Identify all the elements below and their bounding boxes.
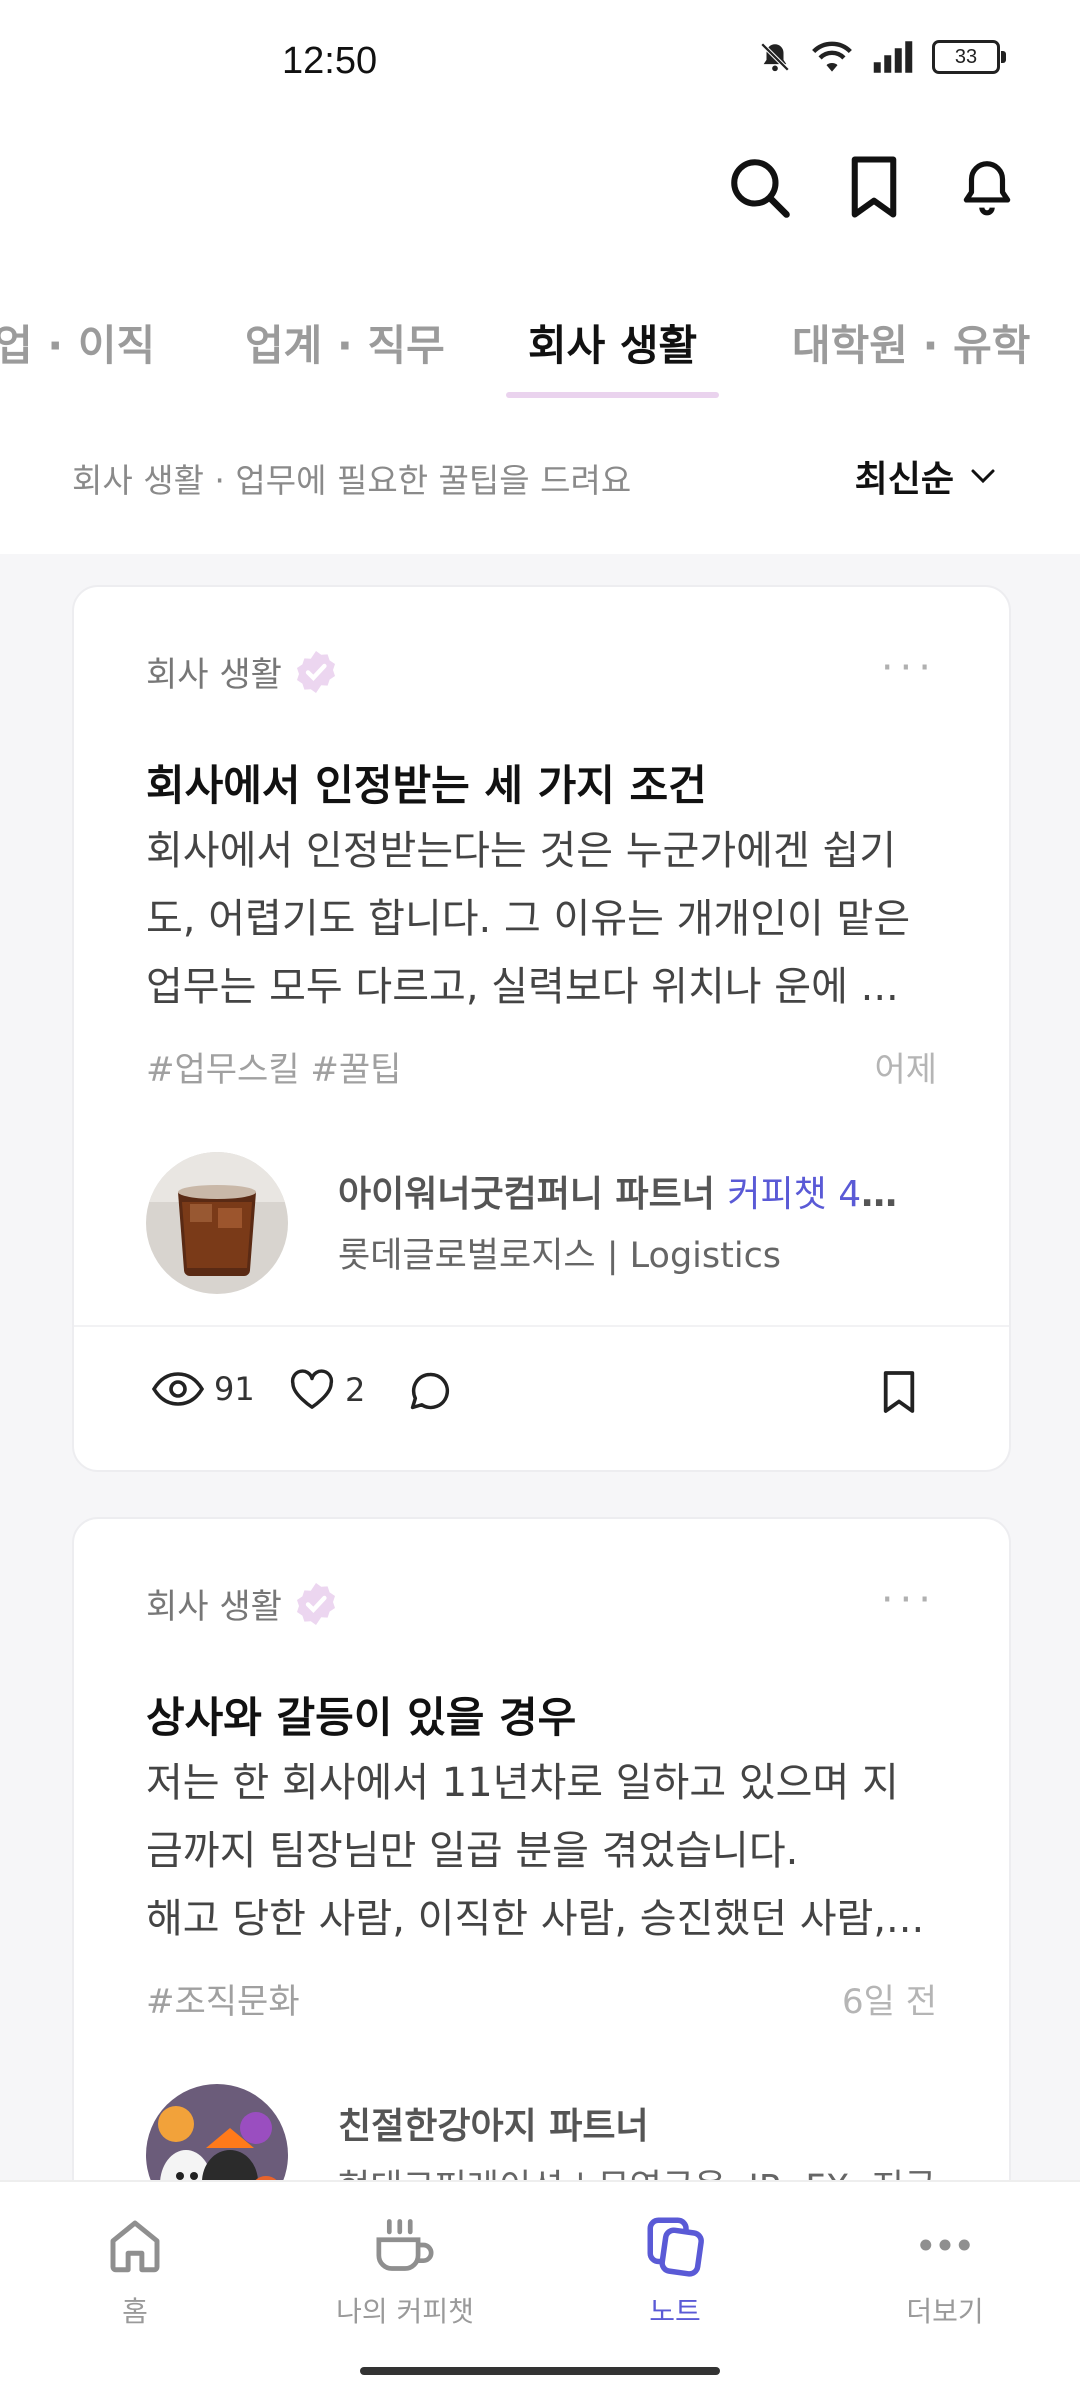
nav-more[interactable]: 더보기 bbox=[845, 2212, 1045, 2330]
nav-more-label: 더보기 bbox=[906, 2295, 984, 2328]
tab-job-change[interactable]: 업 · 이직 bbox=[0, 312, 155, 373]
card-title: 상사와 갈등이 있을 경우 bbox=[146, 1693, 577, 1742]
excerpt-line: 회사에서 인정받는다는 것은 누군가에겐 쉽기 bbox=[146, 828, 897, 874]
avatar[interactable] bbox=[146, 1152, 288, 1294]
nav-notes[interactable]: 노트 bbox=[575, 2212, 775, 2330]
card-title: 회사에서 인정받는 세 가지 조건 bbox=[146, 761, 707, 810]
more-options-icon[interactable]: ··· bbox=[881, 1577, 937, 1623]
sort-dropdown[interactable]: 최신순 bbox=[855, 450, 998, 502]
like-button[interactable]: 2 bbox=[289, 1369, 365, 1411]
excerpt-line: 도, 어렵기도 합니다. 그 이유는 개개인이 맡은 bbox=[146, 896, 911, 942]
nav-my-coffeechat[interactable]: 나의 커피챗 bbox=[305, 2212, 505, 2330]
bookmark-icon bbox=[883, 1371, 915, 1413]
bookmark-icon[interactable] bbox=[835, 148, 913, 226]
more-icon bbox=[920, 2239, 970, 2251]
home-indicator[interactable] bbox=[360, 2367, 720, 2375]
author-name[interactable]: 아이워너굿컴퍼니 파트너 커피챗 4회 ... bbox=[338, 1165, 928, 1217]
battery-level: 33 bbox=[954, 45, 978, 68]
status-icons: 33 bbox=[758, 40, 1006, 74]
signal-icon bbox=[873, 41, 913, 73]
nav-notes-label: 노트 bbox=[649, 2295, 701, 2328]
views-stat: 91 bbox=[152, 1369, 255, 1409]
excerpt-line: 금까지 팀장님만 일곱 분을 겪었습니다. bbox=[146, 1828, 799, 1874]
comment-icon bbox=[410, 1372, 450, 1410]
views-count: 91 bbox=[214, 1370, 255, 1408]
heart-icon bbox=[290, 1369, 334, 1409]
category-tabs: 업 · 이직 업계 · 직무 회사 생활 대학원 · 유학 bbox=[0, 280, 1080, 404]
nav-home-label: 홈 bbox=[122, 2295, 148, 2328]
note-card[interactable]: 회사 생활 ··· 회사에서 인정받는 세 가지 조건 회사에서 인정받는다는 … bbox=[72, 585, 1011, 1472]
excerpt-line: 업무는 모두 다르고, 실력보다 위치나 운에 ... bbox=[146, 964, 899, 1010]
tab-company-life[interactable]: 회사 생활 bbox=[528, 312, 697, 373]
card-date: 6일 전 bbox=[842, 1982, 937, 2022]
home-icon bbox=[110, 2220, 160, 2273]
top-header bbox=[0, 130, 1080, 280]
comment-button[interactable] bbox=[408, 1369, 452, 1413]
card-tags[interactable]: #업무스킬 #꿀팁 bbox=[146, 1042, 401, 1091]
verified-badge-icon bbox=[296, 1582, 335, 1625]
author-company: 롯데글로벌로지스 | Logistics bbox=[338, 1236, 782, 1276]
sort-label: 최신순 bbox=[854, 459, 954, 500]
active-tab-indicator bbox=[506, 392, 719, 398]
card-excerpt: 저는 한 회사에서 11년차로 일하고 있으며 지 금까지 팀장님만 일곱 분을… bbox=[146, 1749, 936, 1953]
wifi-icon bbox=[812, 41, 852, 72]
bookmark-button[interactable] bbox=[880, 1369, 918, 1415]
status-bar: 12:50 33 bbox=[0, 0, 1080, 130]
nav-my-coffeechat-label: 나의 커피챗 bbox=[336, 2295, 474, 2328]
author-nickname: 아이워너굿컴퍼니 파트너 bbox=[338, 1174, 715, 1215]
tab-industry-job[interactable]: 업계 · 직무 bbox=[245, 312, 445, 373]
excerpt-line: 저는 한 회사에서 11년차로 일하고 있으며 지 bbox=[146, 1760, 899, 1806]
chevron-down-icon bbox=[971, 469, 995, 484]
category-label: 회사 생활 bbox=[146, 1587, 282, 1627]
note-card[interactable]: 회사 생활 ··· 상사와 갈등이 있을 경우 저는 한 회사에서 11년차로 … bbox=[72, 1517, 1011, 2241]
tab-grad-school[interactable]: 대학원 · 유학 bbox=[792, 312, 1030, 373]
card-category: 회사 생활 bbox=[146, 647, 340, 696]
coffee-cup-icon bbox=[376, 2219, 434, 2271]
notes-icon bbox=[647, 2217, 704, 2277]
likes-count: 2 bbox=[345, 1371, 366, 1409]
excerpt-line: 해고 당한 사람, 이직한 사람, 승진했던 사람,... bbox=[146, 1896, 925, 1942]
bell-icon[interactable] bbox=[948, 148, 1026, 226]
card-tags[interactable]: #조직문화 bbox=[146, 1974, 300, 2023]
more-options-icon[interactable]: ··· bbox=[881, 645, 937, 691]
card-footer: 91 2 bbox=[74, 1325, 1009, 1472]
card-category: 회사 생활 bbox=[146, 1579, 340, 1628]
battery-icon: 33 bbox=[932, 40, 1006, 74]
nav-home[interactable]: 홈 bbox=[35, 2212, 235, 2330]
search-icon[interactable] bbox=[720, 148, 798, 226]
verified-badge-icon bbox=[296, 650, 335, 693]
card-date: 어제 bbox=[874, 1050, 937, 1090]
coffeechat-count-badge: 커피챗 4회 ... bbox=[727, 1174, 928, 1215]
category-label: 회사 생활 bbox=[146, 655, 282, 695]
status-time: 12:50 bbox=[282, 40, 378, 82]
author-nickname: 친절한강아지 파트너 bbox=[338, 2106, 649, 2147]
author-name[interactable]: 친절한강아지 파트너 bbox=[338, 2097, 928, 2149]
mute-bell-icon bbox=[760, 42, 790, 72]
tab-description: 회사 생활 · 업무에 필요한 꿀팁을 드려요 bbox=[72, 461, 632, 500]
eye-icon bbox=[152, 1372, 204, 1406]
card-excerpt: 회사에서 인정받는다는 것은 누군가에겐 쉽기 도, 어렵기도 합니다. 그 이… bbox=[146, 817, 936, 1021]
sub-header: 회사 생활 · 업무에 필요한 꿀팁을 드려요 최신순 bbox=[0, 402, 1080, 554]
